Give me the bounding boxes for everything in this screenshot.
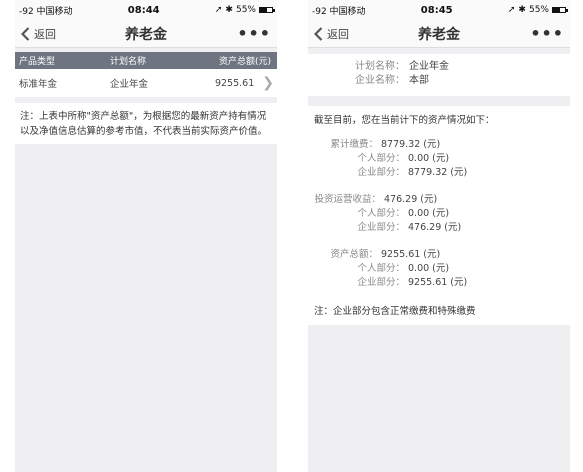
investment-return-label: 投资运营收益： xyxy=(314,194,381,205)
back-label: 返回 xyxy=(34,27,56,41)
back-label: 返回 xyxy=(327,27,349,41)
asset-total-value: 9255.61 (元) xyxy=(381,249,441,260)
investment-return-value: 476.29 (元) xyxy=(384,194,438,205)
company-name-label: 企业名称： xyxy=(355,75,405,86)
back-button[interactable]: 返回 xyxy=(21,26,56,42)
back-button[interactable]: 返回 xyxy=(314,26,349,42)
plan-info-card: 计划名称： 企业年金 企业名称： 本部 xyxy=(308,54,570,96)
personal-part-value: 0.00 (元) xyxy=(408,208,450,219)
investment-return-group: 投资运营收益： 476.29 (元) 个人部分： 0.00 (元) 企业部分： 476… xyxy=(308,193,570,235)
status-bar: -92 中国移动 08:44 ➚ ✱ 55% xyxy=(15,0,277,20)
more-button[interactable]: ••• xyxy=(237,24,271,43)
personal-part-value: 0.00 (元) xyxy=(408,153,450,164)
plan-name-label: 计划名称： xyxy=(355,61,405,72)
bluetooth-icon: ✱ xyxy=(518,5,526,15)
company-name-value: 本部 xyxy=(409,75,429,86)
battery-percent: 55% xyxy=(235,5,256,15)
status-bar: -92 中国移动 08:45 ➚ ✱ 55% xyxy=(308,0,570,20)
plan-name-cell: 企业年金 xyxy=(110,79,149,90)
more-button[interactable]: ••• xyxy=(530,24,564,43)
personal-part-value: 0.00 (元) xyxy=(408,263,450,274)
contribution-value: 8779.32 (元) xyxy=(381,139,441,150)
pension-list-screen: -92 中国移动 08:44 ➚ ✱ 55% 返回 养老金 ••• 产品类型 计… xyxy=(15,0,277,472)
asset-total-cell: 9255.61 xyxy=(214,77,255,89)
company-part-label: 企业部分： xyxy=(357,167,405,178)
note-text: 注：上表中所称"资产总额"，为根据您的最新资产持有情况以及净值信息估算的参考市值… xyxy=(15,103,277,144)
personal-part-label: 个人部分： xyxy=(357,208,405,219)
column-header: 产品类型 xyxy=(19,57,56,67)
plan-name-value: 企业年金 xyxy=(409,61,449,72)
table-header: 产品类型 计划名称 资产总额(元) xyxy=(15,52,277,69)
chevron-right-icon: ❯ xyxy=(262,75,274,91)
bluetooth-icon: ✱ xyxy=(225,5,233,15)
summary-intro: 截至目前，您在当前计下的资产情况如下： xyxy=(314,115,495,126)
summary-note: 注：企业部分包含正常缴费和特殊缴费 xyxy=(314,306,476,317)
location-icon: ➚ xyxy=(214,5,223,15)
company-part-value: 8779.32 (元) xyxy=(408,167,468,178)
location-icon: ➚ xyxy=(507,5,516,15)
status-time: 08:45 xyxy=(420,4,453,16)
table-row[interactable]: 标准年金 企业年金 9255.61 ❯ xyxy=(15,69,277,97)
pension-detail-screen: -92 中国移动 08:45 ➚ ✱ 55% 返回 养老金 ••• 计划名称： … xyxy=(308,0,570,472)
personal-part-label: 个人部分： xyxy=(357,153,405,164)
company-part-label: 企业部分： xyxy=(357,222,405,233)
company-part-label: 企业部分： xyxy=(357,277,405,288)
column-header: 资产总额(元) xyxy=(218,57,271,67)
chevron-left-icon xyxy=(314,26,323,41)
column-header: 计划名称 xyxy=(110,57,147,67)
signal-carrier: -92 中国移动 xyxy=(312,6,366,17)
battery-icon xyxy=(258,7,275,13)
battery-icon xyxy=(551,7,568,13)
contribution-label: 累计缴费： xyxy=(330,139,378,150)
asset-total-group: 资产总额： 9255.61 (元) 个人部分： 0.00 (元) 企业部分： 9255… xyxy=(308,248,570,290)
product-type-cell: 标准年金 xyxy=(19,79,58,90)
nav-bar: 返回 养老金 ••• xyxy=(308,20,570,48)
personal-part-label: 个人部分： xyxy=(357,263,405,274)
signal-carrier: -92 中国移动 xyxy=(19,6,73,17)
chevron-left-icon xyxy=(21,26,30,41)
company-part-value: 9255.61 (元) xyxy=(408,277,468,288)
contribution-group: 累计缴费： 8779.32 (元) 个人部分： 0.00 (元) 企业部分： 8779… xyxy=(308,138,570,180)
asset-total-label: 资产总额： xyxy=(330,249,378,260)
battery-percent: 55% xyxy=(528,5,549,15)
asset-summary-card: 截至目前，您在当前计下的资产情况如下： 累计缴费： 8779.32 (元) 个人部… xyxy=(308,106,570,325)
status-time: 08:44 xyxy=(127,4,160,16)
nav-bar: 返回 养老金 ••• xyxy=(15,20,277,48)
company-part-value: 476.29 (元) xyxy=(408,222,462,233)
